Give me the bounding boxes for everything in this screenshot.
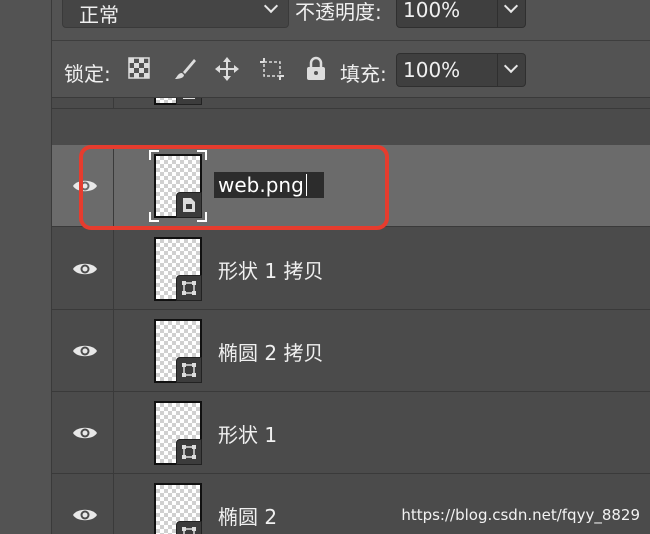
chevron-down-icon	[503, 0, 519, 14]
layer-thumbnail	[154, 401, 202, 465]
blend-mode-value: 正常	[79, 3, 119, 27]
watermark: https://blog.csdn.net/fqyy_8829	[401, 506, 640, 524]
lock-icon[interactable]	[304, 56, 330, 82]
artboard-icon[interactable]	[258, 56, 284, 82]
vector-shape-icon	[176, 521, 202, 534]
visibility-toggle[interactable]	[52, 310, 114, 391]
layer-name: 椭圆 2 拷贝	[218, 341, 324, 365]
eye-icon	[73, 345, 97, 356]
layer-thumbnail	[154, 237, 202, 301]
lock-label: 锁定:	[64, 62, 111, 86]
fill-label: 填充:	[340, 62, 387, 86]
layer-thumbnail	[154, 483, 202, 534]
layer-row-ellipse-2[interactable]: 椭圆 2	[52, 474, 650, 534]
move-icon[interactable]	[214, 56, 240, 82]
layer-row-shape-1-copy[interactable]: 形状 1 拷贝	[52, 228, 650, 310]
vector-shape-icon	[176, 275, 202, 301]
eye-icon	[73, 509, 97, 521]
left-gutter	[0, 0, 52, 534]
layer-row-shape-1[interactable]: 形状 1	[52, 392, 650, 474]
blend-opacity-row: 正常 不透明度: 100%	[52, 0, 650, 40]
layer-name: 椭圆 2	[218, 505, 278, 529]
visibility-toggle[interactable]	[52, 392, 114, 473]
layer-thumbnail	[154, 319, 202, 383]
fill-dropdown-button[interactable]	[498, 53, 526, 87]
layer-name: 形状 1	[218, 423, 278, 447]
visibility-toggle[interactable]	[52, 228, 114, 309]
layer-row-graphic1[interactable]: graphic1	[52, 98, 650, 109]
brush-icon[interactable]	[172, 56, 198, 82]
opacity-dropdown-button[interactable]	[498, 0, 526, 28]
layer-thumbnail	[154, 98, 202, 105]
opacity-label: 不透明度:	[295, 0, 382, 24]
fill-value: 100%	[403, 58, 461, 82]
eye-icon	[73, 427, 97, 438]
chevron-down-icon	[503, 58, 519, 74]
chevron-down-icon	[263, 0, 279, 14]
blend-mode-select[interactable]: 正常	[62, 0, 289, 28]
checkerboard-icon[interactable]	[127, 56, 153, 82]
lock-fill-row: 锁定: 填充: 100%	[52, 40, 650, 98]
opacity-value: 100%	[403, 0, 461, 22]
annotation-highlight	[79, 145, 389, 230]
layer-row-ellipse-2-copy[interactable]: 椭圆 2 拷贝	[52, 310, 650, 392]
fill-input[interactable]: 100%	[396, 53, 498, 87]
smart-object-icon	[176, 98, 202, 105]
vector-shape-icon	[176, 439, 202, 465]
visibility-toggle[interactable]	[52, 474, 114, 534]
eye-icon	[73, 263, 97, 274]
layer-name: 形状 1 拷贝	[218, 259, 324, 283]
visibility-toggle[interactable]	[52, 98, 114, 108]
opacity-input[interactable]: 100%	[396, 0, 498, 28]
vector-shape-icon	[176, 357, 202, 383]
